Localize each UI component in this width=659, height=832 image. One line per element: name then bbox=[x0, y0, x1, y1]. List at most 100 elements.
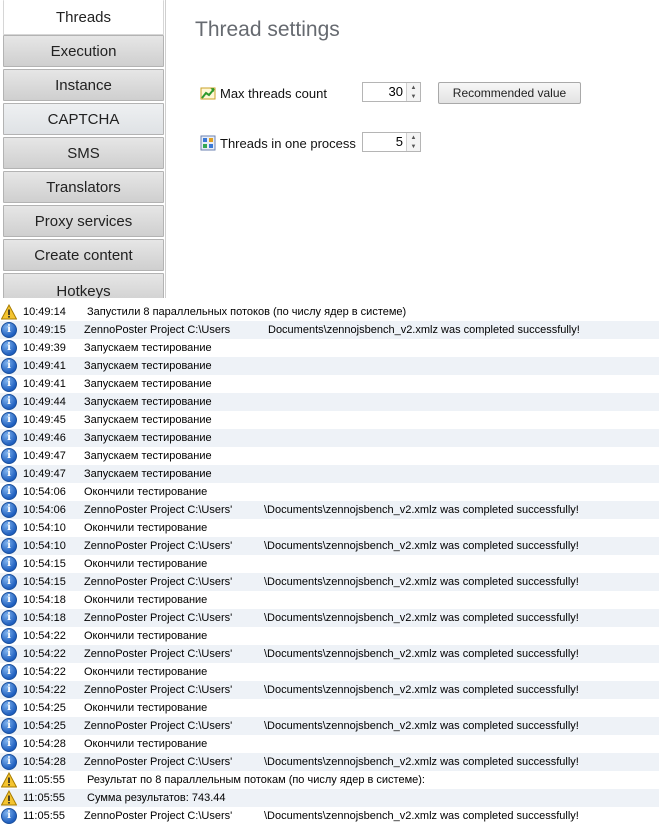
page-title: Thread settings bbox=[195, 18, 340, 41]
sidebar-item-create-content[interactable]: Create content bbox=[3, 239, 164, 271]
log-time: 10:49:46 bbox=[23, 432, 66, 444]
log-row[interactable]: i 11:05:55 ZennoPoster Project C:\Users' \D… bbox=[0, 807, 659, 825]
log-row[interactable]: i 10:54:06 ZennoPoster Project C:\Users' \D… bbox=[0, 501, 659, 519]
info-icon: i bbox=[1, 502, 17, 518]
max-threads-value[interactable]: 30 bbox=[363, 83, 406, 101]
log-message: Запускаем тестирование bbox=[84, 468, 212, 480]
log-message: Результат по 8 параллельным потокам (по … bbox=[87, 774, 425, 786]
log-message: Окончили тестирование bbox=[84, 594, 208, 606]
log-row[interactable]: i 10:54:22 Окончили тестирование bbox=[0, 627, 659, 645]
log-row[interactable]: i 10:54:22 ZennoPoster Project C:\Users' \D… bbox=[0, 681, 659, 699]
log-message: Сумма результатов: 743.44 bbox=[87, 792, 226, 804]
log-list[interactable]: 10:49:14 Запустили 8 параллельных потоков… bbox=[0, 303, 659, 832]
info-icon: i bbox=[1, 574, 17, 590]
thread-settings-panel: Threads Execution Instance CAPTCHA SMS T… bbox=[0, 0, 659, 298]
log-row[interactable]: i 10:49:45 Запускаем тестирование bbox=[0, 411, 659, 429]
info-icon: i bbox=[1, 322, 17, 338]
log-row[interactable]: i 10:54:25 ZennoPoster Project C:\Users' \D… bbox=[0, 717, 659, 735]
info-icon: i bbox=[1, 430, 17, 446]
log-message: Запустили 8 параллельных потоков (по чис… bbox=[87, 306, 407, 318]
info-icon: i bbox=[1, 736, 17, 752]
log-path-end: \Documents\zennojsbench_v2.xmlz was comp… bbox=[264, 540, 579, 552]
sidebar-item-execution[interactable]: Execution bbox=[3, 35, 164, 67]
max-threads-spin-buttons: ▲ ▼ bbox=[406, 83, 420, 101]
log-path-end: \Documents\zennojsbench_v2.xmlz was comp… bbox=[264, 576, 579, 588]
log-path-end: \Documents\zennojsbench_v2.xmlz was comp… bbox=[264, 810, 579, 822]
log-row[interactable]: i 10:54:28 Окончили тестирование bbox=[0, 735, 659, 753]
log-message: Окончили тестирование bbox=[84, 522, 208, 534]
log-message: Окончили тестирование bbox=[84, 630, 208, 642]
log-message: Запускаем тестирование bbox=[84, 450, 212, 462]
sidebar-item-captcha[interactable]: CAPTCHA bbox=[3, 103, 164, 135]
log-row[interactable]: i 10:54:28 ZennoPoster Project C:\Users' \D… bbox=[0, 753, 659, 771]
log-row[interactable]: i 10:49:41 Запускаем тестирование bbox=[0, 375, 659, 393]
spin-down-icon[interactable]: ▼ bbox=[407, 142, 420, 151]
info-icon: i bbox=[1, 412, 17, 428]
info-icon: i bbox=[1, 376, 17, 392]
threads-per-process-spin-buttons: ▲ ▼ bbox=[406, 133, 420, 151]
log-path-end: \Documents\zennojsbench_v2.xmlz was comp… bbox=[264, 756, 579, 768]
log-time: 10:49:47 bbox=[23, 450, 66, 462]
log-time: 10:54:28 bbox=[23, 756, 66, 768]
chart-up-icon bbox=[200, 85, 216, 101]
log-path-end: \Documents\zennojsbench_v2.xmlz was comp… bbox=[264, 648, 579, 660]
threads-per-process-value[interactable]: 5 bbox=[363, 133, 406, 151]
spin-up-icon[interactable]: ▲ bbox=[407, 133, 420, 142]
log-row[interactable]: 10:49:14 Запустили 8 параллельных потоков… bbox=[0, 303, 659, 321]
log-time: 11:05:55 bbox=[23, 774, 66, 786]
sidebar-item-label: Instance bbox=[55, 76, 112, 94]
info-icon: i bbox=[1, 646, 17, 662]
log-row[interactable]: i 10:54:15 ZennoPoster Project C:\Users' \D… bbox=[0, 573, 659, 591]
log-path-end: Documents\zennojsbench_v2.xmlz was compl… bbox=[268, 324, 580, 336]
info-icon: i bbox=[1, 808, 17, 824]
log-time: 10:54:10 bbox=[23, 522, 66, 534]
log-message: Запускаем тестирование bbox=[84, 378, 212, 390]
log-row[interactable]: i 10:54:15 Окончили тестирование bbox=[0, 555, 659, 573]
log-time: 10:49:41 bbox=[23, 378, 66, 390]
spin-up-icon[interactable]: ▲ bbox=[407, 83, 420, 92]
log-row[interactable]: i 10:49:46 Запускаем тестирование bbox=[0, 429, 659, 447]
log-message: Запускаем тестирование bbox=[84, 360, 212, 372]
log-row[interactable]: i 10:54:10 Окончили тестирование bbox=[0, 519, 659, 537]
log-row[interactable]: i 10:49:39 Запускаем тестирование bbox=[0, 339, 659, 357]
log-row[interactable]: i 10:49:47 Запускаем тестирование bbox=[0, 465, 659, 483]
log-time: 10:49:44 bbox=[23, 396, 66, 408]
log-row[interactable]: i 10:54:22 ZennoPoster Project C:\Users' \D… bbox=[0, 645, 659, 663]
log-row[interactable]: 11:05:55 Сумма результатов: 743.44 bbox=[0, 789, 659, 807]
log-time: 10:49:14 bbox=[23, 306, 66, 318]
log-row[interactable]: i 10:49:44 Запускаем тестирование bbox=[0, 393, 659, 411]
sidebar-divider bbox=[165, 0, 166, 298]
info-icon: i bbox=[1, 538, 17, 554]
log-time: 10:54:15 bbox=[23, 558, 66, 570]
log-time: 10:49:47 bbox=[23, 468, 66, 480]
warning-icon bbox=[0, 303, 18, 320]
log-time: 10:54:22 bbox=[23, 648, 66, 660]
sidebar-item-hotkeys[interactable]: Hotkeys bbox=[3, 273, 164, 298]
log-row[interactable]: i 10:54:25 Окончили тестирование bbox=[0, 699, 659, 717]
log-row[interactable]: i 10:54:18 Окончили тестирование bbox=[0, 591, 659, 609]
recommended-value-button[interactable]: Recommended value bbox=[438, 82, 581, 104]
log-row[interactable]: i 10:54:18 ZennoPoster Project C:\Users' \D… bbox=[0, 609, 659, 627]
max-threads-spinner[interactable]: 30 ▲ ▼ bbox=[362, 82, 421, 102]
sidebar-item-translators[interactable]: Translators bbox=[3, 171, 164, 203]
log-time: 10:54:28 bbox=[23, 738, 66, 750]
sidebar-item-label: Translators bbox=[46, 178, 121, 196]
sidebar-item-instance[interactable]: Instance bbox=[3, 69, 164, 101]
log-row[interactable]: i 10:49:41 Запускаем тестирование bbox=[0, 357, 659, 375]
log-row[interactable]: i 10:54:22 Окончили тестирование bbox=[0, 663, 659, 681]
log-row[interactable]: 11:05:55 Результат по 8 параллельным пото… bbox=[0, 771, 659, 789]
log-row[interactable]: i 10:49:47 Запускаем тестирование bbox=[0, 447, 659, 465]
spin-down-icon[interactable]: ▼ bbox=[407, 92, 420, 101]
info-icon: i bbox=[1, 448, 17, 464]
info-icon: i bbox=[1, 520, 17, 536]
log-row[interactable]: i 10:49:15 ZennoPoster Project C:\Users Doc… bbox=[0, 321, 659, 339]
sidebar-item-proxy-services[interactable]: Proxy services bbox=[3, 205, 164, 237]
sidebar-item-sms[interactable]: SMS bbox=[3, 137, 164, 169]
log-row[interactable]: i 10:54:06 Окончили тестирование bbox=[0, 483, 659, 501]
info-icon: i bbox=[1, 394, 17, 410]
sidebar-item-label: Hotkeys bbox=[56, 283, 111, 298]
sidebar-item-threads[interactable]: Threads bbox=[3, 0, 164, 35]
log-message: Окончили тестирование bbox=[84, 702, 208, 714]
threads-per-process-spinner[interactable]: 5 ▲ ▼ bbox=[362, 132, 421, 152]
log-row[interactable]: i 10:54:10 ZennoPoster Project C:\Users' \D… bbox=[0, 537, 659, 555]
